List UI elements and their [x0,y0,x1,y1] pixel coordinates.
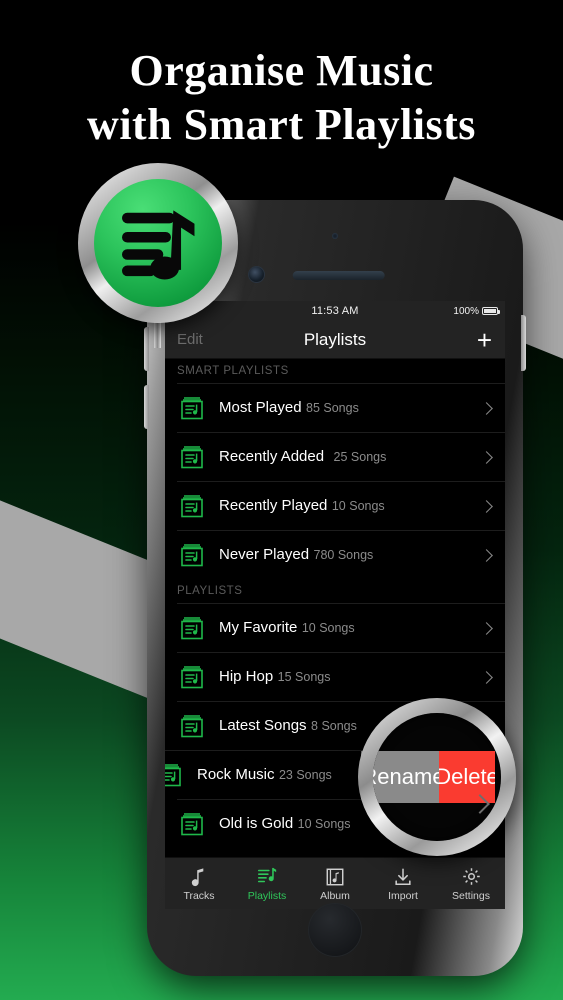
playlist-icon [177,662,207,692]
chevron-right-icon [480,548,493,562]
playlist-icon [177,613,207,643]
list-item[interactable]: Recently Added 25 Songs [177,432,505,481]
headline-line-1: Organise Music [129,46,434,95]
playlist-name: Recently Added [219,448,325,465]
list-item[interactable]: Hip Hop 15 Songs [177,652,505,701]
playlist-icon [177,711,207,741]
tab-import[interactable]: Import [369,858,437,909]
playlist-music-glyph [122,210,195,280]
playlist-icon [256,865,278,887]
list-item-content: Rock Music 23 Songs [165,760,361,790]
tab-settings[interactable]: Settings [437,858,505,909]
playlist-name: Latest Songs [219,717,307,734]
playlist-icon [165,760,185,790]
magnifier-lens: Rename Delete [358,698,516,856]
tab-label: Album [320,890,350,902]
app-icon-inner [94,179,222,307]
playlist-icon [177,809,207,839]
status-time: 11:53 AM [311,305,359,317]
phone-mockup: 11:53 AM 100% Edit Playlists + SMART PLA… [144,200,526,976]
playlist-song-count: 10 Songs [297,817,351,831]
playlist-icon [177,442,207,472]
battery-percent-label: 100% [453,305,479,317]
list-item[interactable]: My Favorite 10 Songs [177,603,505,652]
gear-icon [461,865,482,887]
playlist-name: Most Played [219,399,302,416]
list-item-texts: Hip Hop 15 Songs [219,668,482,686]
playlist-name: Hip Hop [219,668,274,685]
playlist-name: My Favorite [219,619,298,636]
page-title: Playlists [303,329,367,349]
tab-label: Tracks [183,890,215,902]
list-item-texts: Rock Music 23 Songs [197,766,361,784]
volume-up-button[interactable] [144,327,149,371]
tab-tracks[interactable]: Tracks [165,858,233,909]
list-item[interactable]: Most Played 85 Songs [177,383,505,432]
promo-headline: Organise Music with Smart Playlists [0,44,563,152]
headline-line-2: with Smart Playlists [87,100,476,150]
playlist-icon [177,491,207,521]
chevron-right-icon [480,670,493,684]
list-item[interactable]: Never Played 780 Songs [177,530,505,579]
proximity-sensor-icon [332,233,338,239]
power-button[interactable] [521,315,526,371]
delete-button-magnified[interactable]: Delete [439,751,495,803]
status-bar-right: 100% [453,301,500,321]
section-header-smart-playlists: SMART PLAYLISTS [165,359,505,383]
list-item-texts: Most Played 85 Songs [219,399,482,417]
list-item[interactable]: Recently Played 10 Songs [177,481,505,530]
front-camera-icon [249,267,264,282]
list-item-texts: Never Played 780 Songs [219,546,482,564]
chevron-right-icon [480,499,493,513]
download-arrow-icon [393,865,413,887]
app-icon [78,163,238,323]
playlist-name: Rock Music [197,766,275,783]
playlist-song-count: 10 Songs [301,621,355,635]
tab-playlists[interactable]: Playlists [233,858,301,909]
chevron-right-icon [480,621,493,635]
playlist-song-count: 780 Songs [313,548,374,562]
add-playlist-button[interactable]: + [477,327,492,353]
tab-bar: Tracks Playlists Album Import Settings [165,857,505,909]
playlist-song-count: 8 Songs [311,719,357,733]
tab-label: Import [388,890,418,902]
album-icon [325,865,345,887]
playlist-song-count: 10 Songs [331,499,385,513]
playlist-icon [177,540,207,570]
home-button[interactable] [308,903,362,957]
status-bar: 11:53 AM 100% [165,301,505,321]
battery-icon [482,307,500,315]
rename-button-magnified[interactable]: Rename [373,751,439,803]
playlist-icon [177,393,207,423]
magnified-swipe-actions: Rename Delete [373,751,495,803]
playlist-name: Recently Played [219,497,328,514]
chevron-right-icon [480,401,493,415]
earpiece-speaker [292,271,385,280]
section-header-playlists: PLAYLISTS [165,579,505,603]
playlist-song-count: 25 Songs [333,450,387,464]
tab-label: Playlists [247,890,287,902]
playlist-song-count: 23 Songs [278,768,332,782]
navigation-bar: Edit Playlists + [165,321,505,359]
tab-label: Settings [452,890,490,902]
list-item-texts: My Favorite 10 Songs [219,619,482,637]
playlist-song-count: 15 Songs [277,670,331,684]
chevron-right-icon [480,450,493,464]
edit-button[interactable]: Edit [177,331,203,348]
tab-album[interactable]: Album [301,858,369,909]
list-item-texts: Recently Played 10 Songs [219,497,482,515]
magnifier-lens-inner: Rename Delete [373,713,501,841]
list-item-texts: Recently Added 25 Songs [219,448,482,466]
playlist-song-count: 85 Songs [306,401,359,415]
playlist-name: Old is Gold [219,815,294,832]
playlist-name: Never Played [219,546,310,563]
volume-down-button[interactable] [144,385,149,429]
music-note-icon [189,865,210,887]
